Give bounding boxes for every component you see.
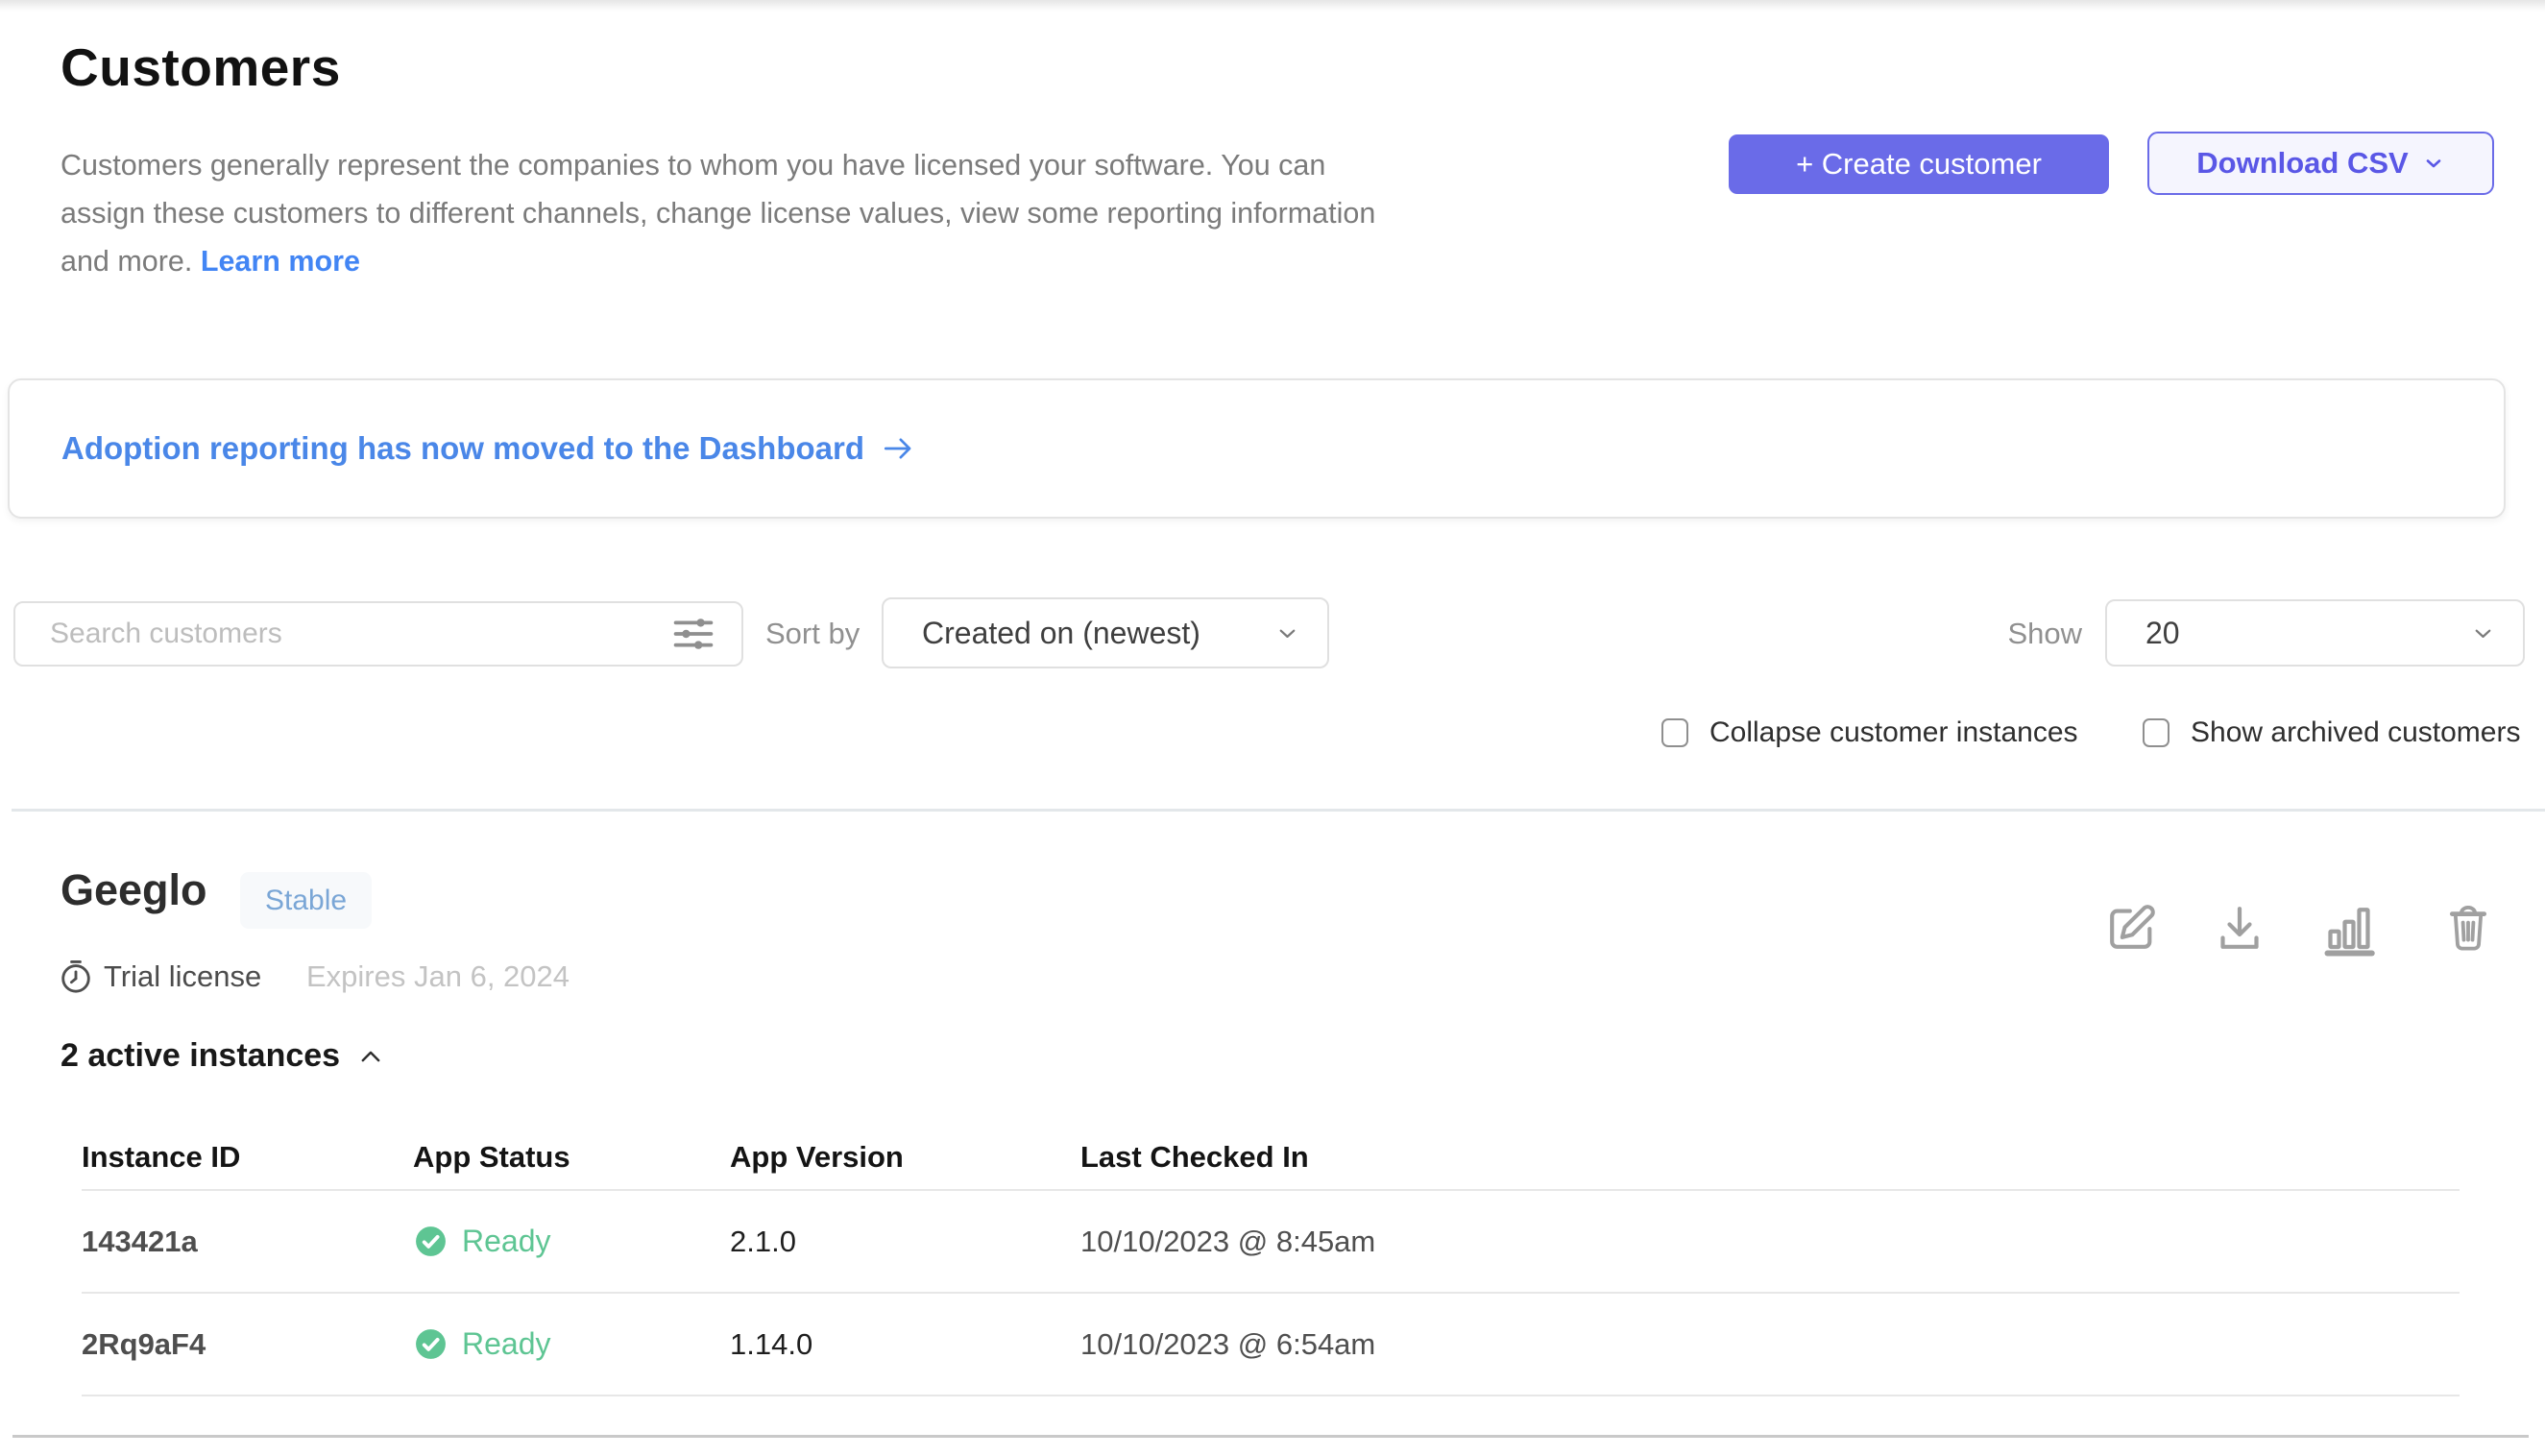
create-customer-button[interactable]: + Create customer (1729, 134, 2109, 194)
show-archived-checkbox[interactable] (2143, 718, 2169, 747)
col-last-checked-in: Last Checked In (1080, 1140, 2460, 1175)
download-license-button[interactable] (2210, 897, 2269, 959)
instances-table: Instance ID App Status App Version Last … (82, 1126, 2460, 1396)
customer-name: Geeglo (61, 865, 207, 915)
app-status-text: Ready (462, 1326, 551, 1362)
search-customers-wrap (13, 601, 743, 667)
instances-table-header: Instance ID App Status App Version Last … (82, 1126, 2460, 1191)
download-csv-button[interactable]: Download CSV (2147, 132, 2494, 195)
active-instances-toggle[interactable]: 2 active instances (61, 1037, 386, 1075)
collapse-instances-checkbox[interactable] (1661, 718, 1688, 747)
col-app-status: App Status (413, 1140, 730, 1175)
chevron-down-icon (2422, 152, 2445, 175)
app-status: Ready (413, 1326, 730, 1362)
sort-by-label: Sort by (765, 601, 860, 667)
instance-row: 2Rq9aF4 Ready 1.14.0 10/10/2023 @ 6:54am (82, 1294, 2460, 1396)
page-title: Customers (61, 36, 341, 98)
description-line: Customers generally represent the compan… (61, 141, 1375, 189)
description-tail: and more. (61, 245, 192, 278)
col-instance-id: Instance ID (82, 1140, 413, 1175)
chevron-up-icon (355, 1043, 386, 1070)
check-circle-icon (413, 1224, 448, 1259)
clock-timer-icon (58, 958, 94, 996)
show-label: Show (1998, 601, 2082, 667)
last-checked-in: 10/10/2023 @ 6:54am (1080, 1327, 2460, 1362)
collapse-instances-checkbox-group: Collapse customer instances (1661, 715, 2078, 751)
app-version: 2.1.0 (730, 1225, 1080, 1259)
learn-more-link[interactable]: Learn more (201, 245, 360, 278)
license-type-label: Trial license (104, 956, 261, 998)
instance-id: 143421a (82, 1225, 413, 1259)
download-csv-label: Download CSV (2196, 146, 2408, 181)
sort-select[interactable]: Created on (newest) (882, 597, 1329, 668)
description-line: assign these customers to different chan… (61, 189, 1375, 237)
app-status-text: Ready (462, 1224, 551, 1259)
app-status: Ready (413, 1224, 730, 1259)
active-instances-label: 2 active instances (61, 1037, 340, 1075)
channel-badge: Stable (240, 872, 372, 929)
customer-card-divider (12, 1435, 2529, 1438)
adoption-banner-link[interactable]: Adoption reporting has now moved to the … (61, 430, 914, 467)
edit-customer-button[interactable] (2101, 897, 2161, 959)
license-expiry-label: Expires Jan 6, 2024 (306, 956, 570, 998)
adoption-banner-text: Adoption reporting has now moved to the … (61, 430, 864, 467)
customers-page: Customers Customers generally represent … (0, 0, 2545, 1456)
adoption-banner: Adoption reporting has now moved to the … (8, 378, 2506, 519)
delete-customer-button[interactable] (2438, 897, 2498, 959)
instance-row: 143421a Ready 2.1.0 10/10/2023 @ 8:45am (82, 1191, 2460, 1294)
arrow-right-icon (882, 432, 914, 465)
last-checked-in: 10/10/2023 @ 8:45am (1080, 1225, 2460, 1259)
top-scroll-shadow (0, 0, 2545, 12)
show-count-select[interactable]: 20 (2105, 599, 2525, 667)
col-app-version: App Version (730, 1140, 1080, 1175)
show-archived-checkbox-group: Show archived customers (2143, 715, 2520, 751)
app-version: 1.14.0 (730, 1327, 1080, 1362)
search-customers-input[interactable] (13, 601, 743, 667)
section-divider (12, 809, 2545, 812)
show-archived-label[interactable]: Show archived customers (2191, 716, 2520, 749)
show-count-value: 20 (2145, 616, 2180, 651)
chevron-down-icon (1274, 620, 1300, 646)
filter-sliders-icon[interactable] (668, 611, 718, 657)
check-circle-icon (413, 1326, 448, 1362)
collapse-instances-label[interactable]: Collapse customer instances (1709, 716, 2078, 749)
page-description: Customers generally represent the compan… (61, 141, 1375, 285)
description-line: and more. Learn more (61, 237, 1375, 285)
sort-select-value: Created on (newest) (922, 616, 1200, 651)
reporting-chart-button[interactable] (2319, 897, 2379, 959)
instance-id: 2Rq9aF4 (82, 1327, 413, 1362)
chevron-down-icon (2470, 620, 2496, 646)
